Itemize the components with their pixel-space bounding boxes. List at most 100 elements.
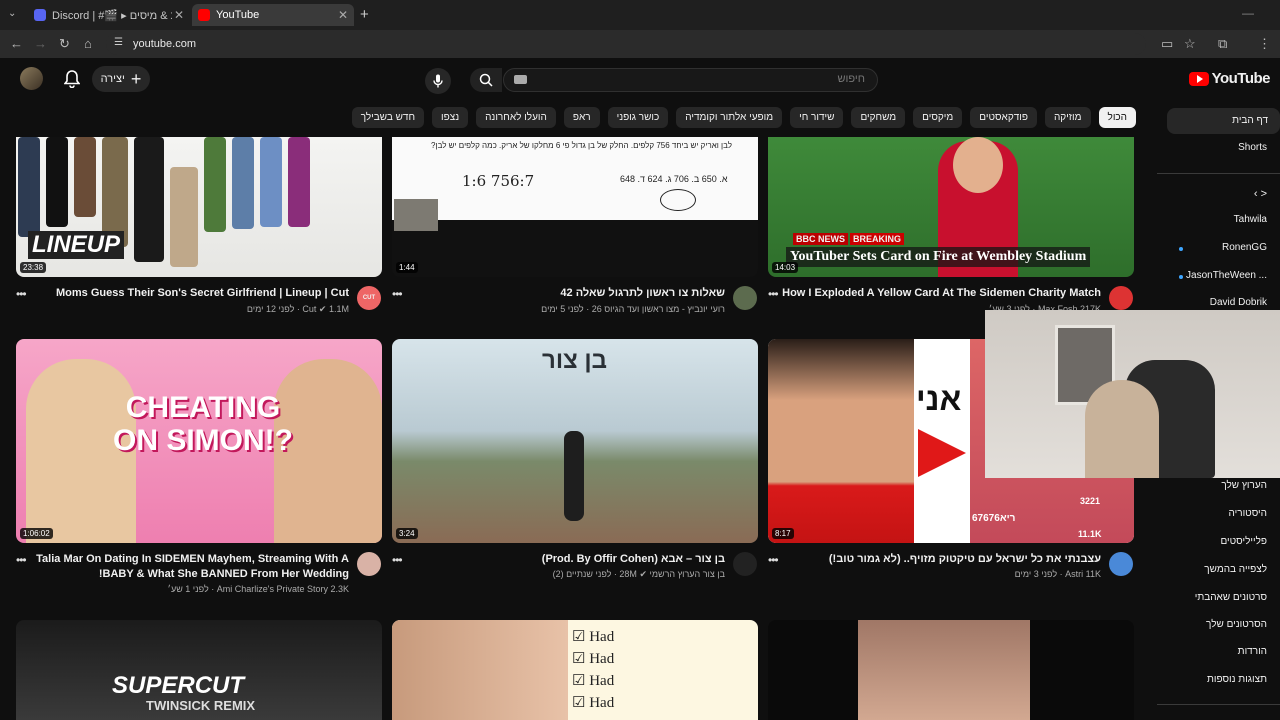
video-title[interactable]: עצבנתי את כל ישראל עם טיקטוק מזויף.. (לא…: [829, 553, 1101, 565]
chip-watched[interactable]: נצפו: [432, 107, 469, 128]
channel-name[interactable]: Ami Charlize's Private Story: [217, 584, 328, 594]
voice-search-button[interactable]: [425, 68, 451, 94]
tab-close-icon[interactable]: ✕: [338, 8, 348, 22]
video-title[interactable]: How I Exploded A Yellow Card At The Side…: [782, 287, 1101, 299]
channel-name[interactable]: Cut: [302, 304, 316, 314]
video-thumbnail[interactable]: SUPERCUT TWINSICK REMIX: [16, 620, 382, 720]
chip-rap[interactable]: ראפ: [563, 107, 600, 128]
chip-live[interactable]: שידור חי: [790, 107, 844, 128]
view-time-text: 11K · לפני 3 ימים: [1014, 569, 1101, 579]
sidebar-channel-ronengg[interactable]: RonenGG: [1222, 242, 1267, 253]
avatar[interactable]: [20, 67, 43, 90]
thumbnail-overlay-text: LINEUP: [28, 231, 125, 259]
chip-music[interactable]: מוזיקה: [1044, 107, 1091, 128]
checklist-item: ☑ Had: [572, 629, 615, 645]
video-thumbnail[interactable]: BBC NEWS BREAKING YouTuber Sets Card on …: [768, 137, 1134, 277]
sidebar-item-liked-videos[interactable]: סרטונים שאהבתי: [1195, 592, 1267, 603]
tab-close-icon[interactable]: ✕: [174, 8, 184, 22]
filter-chip-bar: הכול מוזיקה פודקאסטים מיקסים משחקים שידו…: [351, 107, 1136, 129]
tab-youtube[interactable]: YouTube ✕: [192, 4, 354, 26]
cast-icon[interactable]: ▭: [1161, 36, 1173, 52]
checkbox-icon: ☑: [572, 629, 586, 645]
youtube-logo[interactable]: YouTube: [1188, 70, 1271, 87]
tiktok-comment-count: 3221: [1080, 496, 1101, 506]
video-title[interactable]: שאלות צו ראשון לתרגול שאלה 42: [560, 287, 725, 299]
more-options-icon[interactable]: •••: [16, 287, 27, 301]
channel-name[interactable]: Astri: [1065, 569, 1083, 579]
chip-gaming[interactable]: משחקים: [851, 107, 906, 128]
forward-icon[interactable]: →: [34, 36, 47, 51]
chip-comedy[interactable]: מופעי אלתור וקומדיה: [676, 107, 783, 128]
bookmark-star-icon[interactable]: ☆: [1184, 36, 1196, 52]
sidebar-item-your-videos[interactable]: הסרטונים שלך: [1206, 619, 1267, 630]
channel-name[interactable]: בן צור הערוץ הרשמי: [650, 569, 726, 579]
sidebar-item-watch-later[interactable]: לצפייה בהמשך: [1204, 564, 1267, 575]
channel-avatar[interactable]: CUT: [357, 286, 381, 310]
more-options-icon[interactable]: •••: [392, 553, 403, 567]
presenter-webcam: [394, 199, 438, 231]
video-thumbnail[interactable]: [768, 620, 1134, 720]
video-title[interactable]: Talia Mar On Dating In SIDEMEN Mayhem, S…: [36, 553, 349, 565]
sidebar-channel-jasontheween[interactable]: JasonTheWeen ...: [1186, 270, 1267, 281]
chip-mixes[interactable]: מיקסים: [913, 107, 963, 128]
thumbnail-people: [392, 620, 568, 720]
video-thumbnail[interactable]: לבן ואריק יש ביחד 756 קלפים. החלק של בן …: [392, 137, 758, 277]
channel-avatar[interactable]: [1109, 286, 1133, 310]
reload-icon[interactable]: ↻: [59, 36, 70, 52]
sidebar-channel-tahwila[interactable]: Tahwila: [1234, 214, 1267, 225]
video-duration: 23:38: [20, 262, 47, 273]
back-icon[interactable]: ←: [10, 36, 23, 51]
address-bar[interactable]: ☰ youtube.com: [106, 33, 1146, 55]
view-time-text: 28M · לפני שנתיים (2): [552, 569, 637, 579]
extensions-icon[interactable]: ⧉: [1218, 36, 1227, 52]
sidebar-divider: [1157, 704, 1280, 705]
chip-recently-uploaded[interactable]: הועלו לאחרונה: [476, 107, 556, 128]
channel-avatar[interactable]: [733, 286, 757, 310]
sidebar-subscriptions-chevron[interactable]: ‹ >: [1254, 188, 1267, 200]
sidebar-item-show-more[interactable]: תצוגות נוספות: [1207, 674, 1267, 685]
search-button[interactable]: [470, 68, 502, 92]
channel-avatar[interactable]: [733, 552, 757, 576]
new-tab-button[interactable]: +: [360, 6, 369, 23]
tiktok-username: ריא67676: [972, 513, 1016, 524]
sidebar-item-your-channel[interactable]: הערוץ שלך: [1221, 480, 1267, 491]
chip-fitness[interactable]: כושר גופני: [607, 107, 669, 128]
minimize-icon[interactable]: —: [1242, 6, 1254, 20]
sidebar-item-history[interactable]: היסטוריה: [1229, 508, 1268, 519]
tab-discord[interactable]: Discord | #🎬 ▸ חנות & מיסים ✕: [28, 4, 190, 26]
sidebar-channel-daviddobrik[interactable]: David Dobrik: [1210, 297, 1267, 308]
sidebar-item-playlists[interactable]: פלייליסטים: [1220, 536, 1267, 547]
menu-icon[interactable]: ⋮: [1258, 36, 1271, 52]
video-thumbnail[interactable]: ☑ Had ☑ Had ☑ Had ☑ Had: [392, 620, 758, 720]
video-title-line2[interactable]: BABY & What She BANNED From Her Wedding!: [99, 568, 349, 580]
keyboard-icon[interactable]: [514, 75, 527, 84]
search-input[interactable]: [565, 73, 865, 85]
sidebar-item-downloads[interactable]: הורדות: [1238, 646, 1267, 657]
video-thumbnail[interactable]: CHEATING ON SIMON!? 1:06:02: [16, 339, 382, 543]
home-icon[interactable]: ⌂: [84, 36, 92, 51]
chip-all[interactable]: הכול: [1098, 107, 1136, 128]
sidebar-item-shorts[interactable]: Shorts: [1238, 142, 1267, 153]
search-box[interactable]: [503, 68, 878, 92]
bell-icon[interactable]: [63, 70, 81, 93]
channel-name[interactable]: רועי יונביץ - מצו ראשון ועד הגיוס: [604, 304, 725, 314]
tab-list-chevron-icon[interactable]: ⌄: [8, 8, 20, 20]
more-options-icon[interactable]: •••: [768, 287, 779, 301]
video-title[interactable]: בן צור – אבא (Prod. By Offir Cohen): [542, 553, 725, 565]
more-options-icon[interactable]: •••: [16, 553, 27, 567]
chip-podcasts[interactable]: פודקאסטים: [970, 107, 1037, 128]
chip-new-to-you[interactable]: חדש בשבילך: [351, 107, 425, 128]
sidebar-item-home[interactable]: דף הבית: [1167, 108, 1280, 134]
video-duration: 14:03: [772, 262, 799, 273]
site-info-icon[interactable]: ☰: [114, 37, 123, 48]
view-time-text: 26 · לפני 5 ימים: [541, 304, 602, 314]
video-thumbnail[interactable]: בן צור 3:24: [392, 339, 758, 543]
channel-avatar[interactable]: [357, 552, 381, 576]
video-thumbnail[interactable]: LINEUP 23:38: [16, 137, 382, 277]
video-title[interactable]: Moms Guess Their Son's Secret Girlfriend…: [56, 287, 349, 299]
more-options-icon[interactable]: •••: [768, 553, 779, 567]
more-options-icon[interactable]: •••: [392, 287, 403, 301]
channel-avatar[interactable]: [1109, 552, 1133, 576]
create-button[interactable]: יצירה +: [92, 66, 150, 92]
browser-tab-strip: ⌄ Discord | #🎬 ▸ חנות & מיסים ✕ YouTube …: [0, 0, 1280, 30]
